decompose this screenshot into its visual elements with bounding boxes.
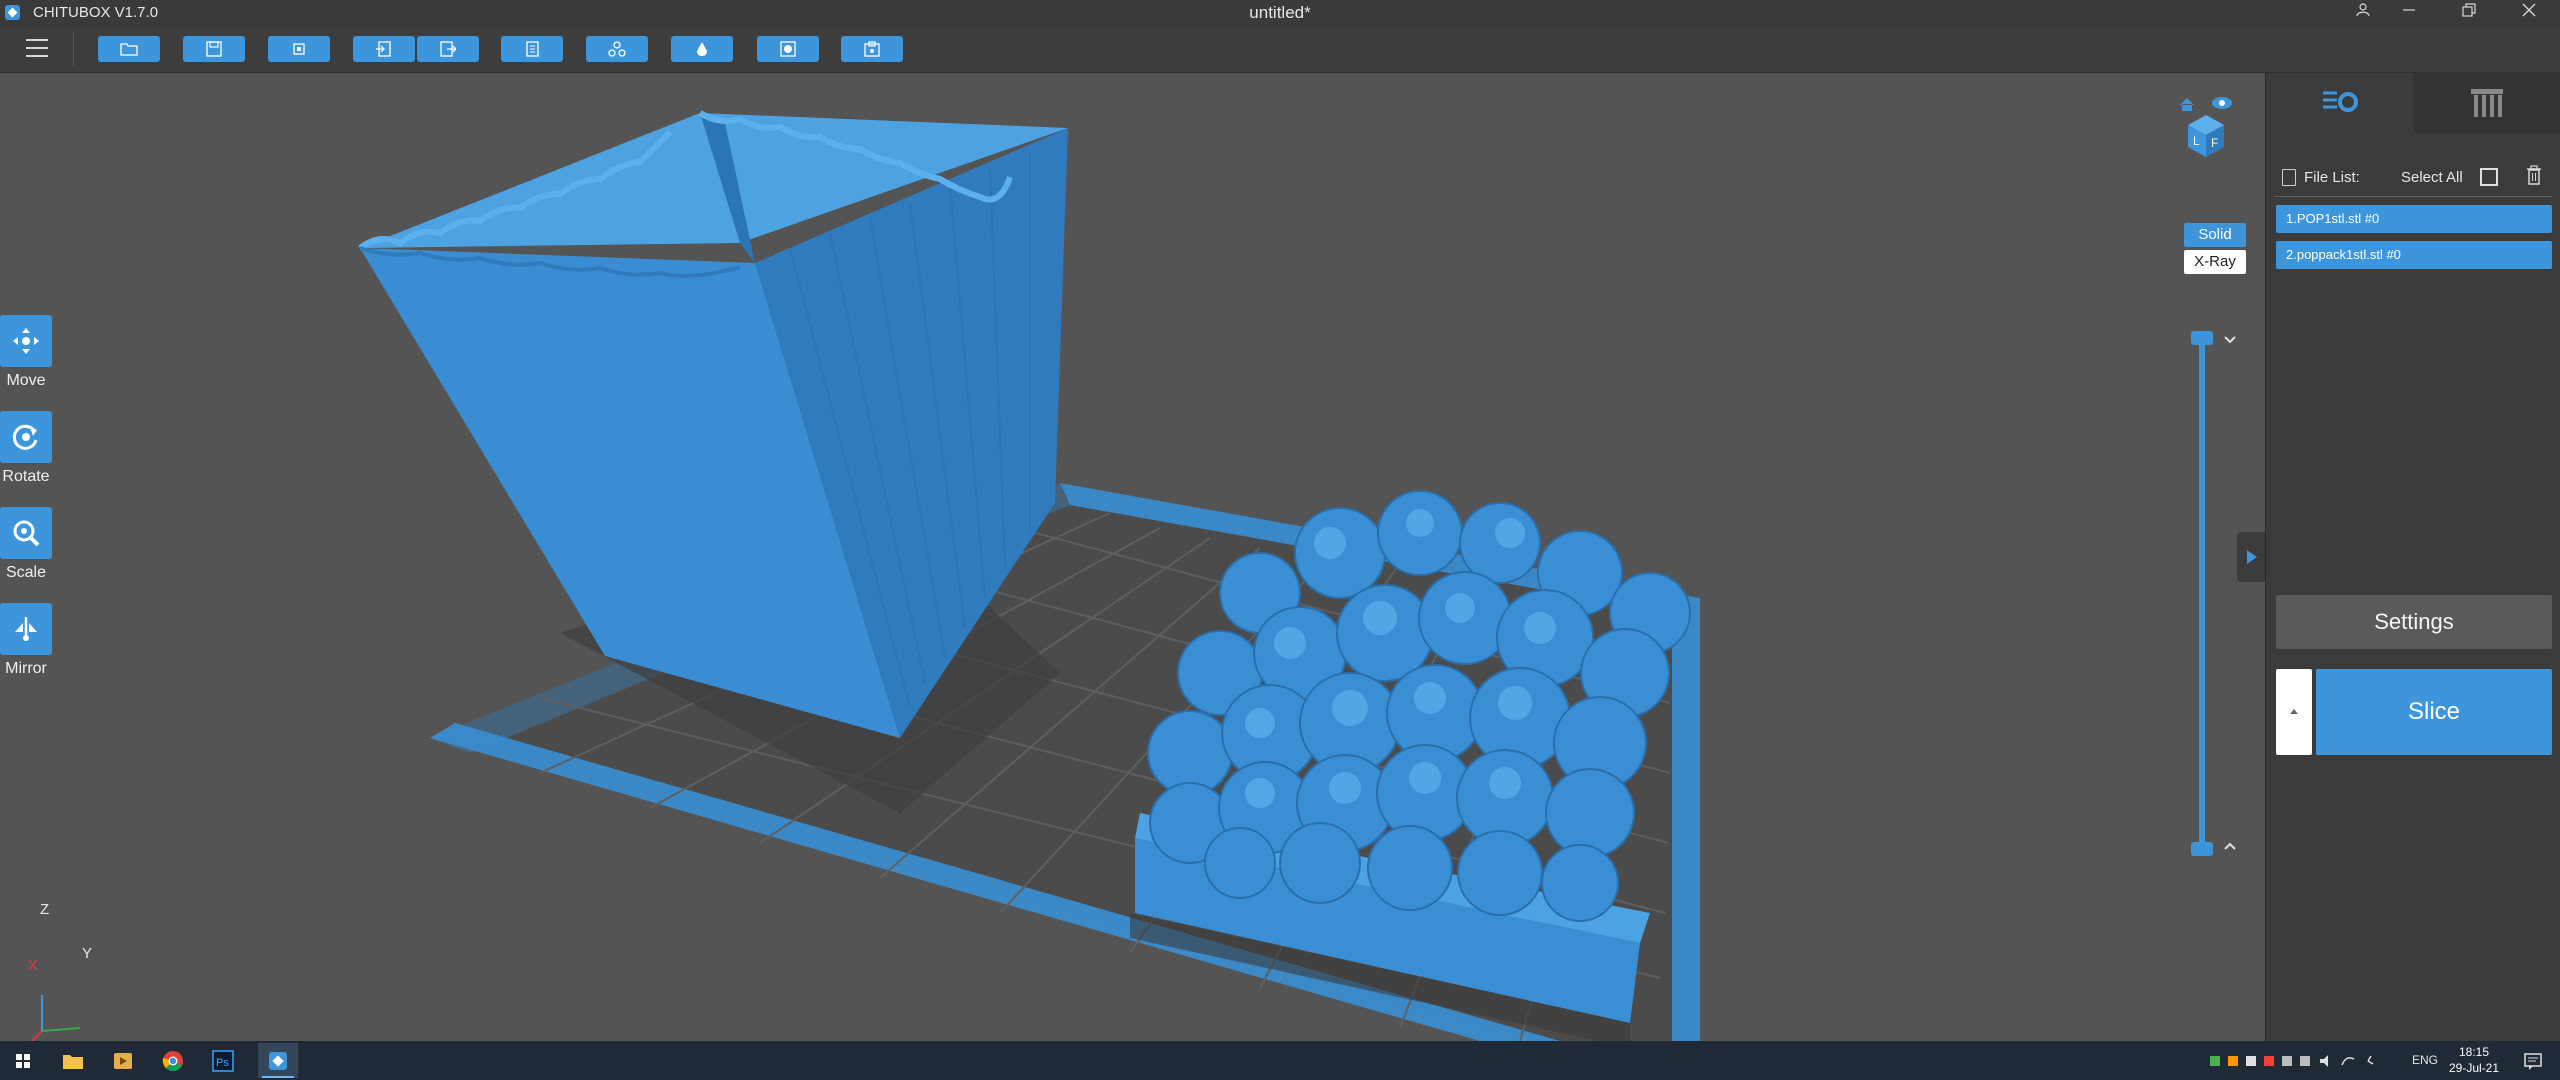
- support-icon: [697, 42, 707, 56]
- svg-text:L: L: [2193, 134, 2200, 148]
- restore-button[interactable]: [2446, 0, 2492, 26]
- tray-icons[interactable]: [2208, 1053, 2378, 1072]
- copy-button[interactable]: [501, 36, 563, 62]
- tab-settings-list[interactable]: [2266, 73, 2412, 133]
- axis-z-label: Z: [40, 901, 50, 918]
- layer-slider-bottom-handle[interactable]: [2191, 842, 2213, 856]
- settings-button[interactable]: Settings: [2276, 595, 2552, 649]
- file-list-icon: [2282, 169, 2296, 186]
- fit-view-button[interactable]: [268, 36, 330, 62]
- import-button[interactable]: [353, 36, 415, 62]
- scale-label: Scale: [5, 564, 47, 581]
- notifications-icon[interactable]: [2520, 1048, 2546, 1074]
- clock-time: 18:15: [2458, 1045, 2490, 1059]
- scale-icon: [13, 520, 40, 547]
- media-player-icon[interactable]: [110, 1048, 136, 1074]
- mirror-icon: [15, 617, 37, 641]
- chevron-up-icon[interactable]: [2220, 837, 2240, 855]
- save-file-button[interactable]: [183, 36, 245, 62]
- file-list-item[interactable]: 2.poppack1stl.stl #0: [2276, 241, 2552, 269]
- move-label: Move: [6, 372, 46, 389]
- trash-icon[interactable]: [2526, 165, 2542, 185]
- rotate-tool-button[interactable]: [0, 411, 52, 463]
- xray-view-button[interactable]: X-Ray: [2184, 250, 2246, 274]
- dig-hole-button[interactable]: [841, 36, 903, 62]
- scale-tool[interactable]: Scale: [0, 507, 52, 582]
- axis-y-label: Y: [82, 945, 93, 962]
- slice-button[interactable]: Slice: [2316, 669, 2552, 755]
- account-icon[interactable]: [2340, 0, 2386, 26]
- copy-icon: [526, 41, 539, 57]
- file-list-label: File List:: [2304, 169, 2360, 186]
- import-icon: [376, 41, 391, 57]
- minimize-button[interactable]: [2386, 0, 2432, 26]
- export-icon: [440, 41, 456, 57]
- system-clock[interactable]: 18:15 29-Jul-21: [2440, 1044, 2508, 1076]
- dig-hole-icon: [864, 41, 880, 57]
- slice-options-dropdown[interactable]: [2276, 669, 2312, 755]
- caret-up-icon: [2290, 709, 2298, 714]
- mirror-tool-button[interactable]: [0, 603, 52, 655]
- layer-slider-track[interactable]: [2199, 337, 2205, 849]
- mirror-label: Mirror: [5, 660, 47, 677]
- scale-tool-button[interactable]: [0, 507, 52, 559]
- tab-supports[interactable]: [2414, 73, 2560, 133]
- windows-taskbar: Ps ENG 18:15 29-Jul-21: [0, 1041, 2560, 1080]
- scene-render: [31, 110, 1700, 1041]
- fit-view-icon: [293, 43, 305, 55]
- support-button[interactable]: [671, 36, 733, 62]
- toolbar-divider: [73, 32, 74, 66]
- hollow-button[interactable]: [757, 36, 819, 62]
- photoshop-icon[interactable]: Ps: [210, 1048, 236, 1074]
- file-list-item[interactable]: 1.POP1stl.stl #0: [2276, 205, 2552, 233]
- language-indicator[interactable]: ENG: [2412, 1053, 2438, 1067]
- 3d-viewport[interactable]: Z Y X L F: [0, 73, 2264, 1041]
- title-bar: CHITUBOX V1.7.0 untitled*: [0, 0, 2560, 27]
- right-panel: File List: Select All 1.POP1stl.stl #0 2…: [2265, 73, 2560, 1041]
- rotate-label: Rotate: [2, 468, 50, 485]
- select-all-label: Select All: [2401, 169, 2463, 186]
- panel-divider: [2274, 196, 2552, 197]
- chevron-down-icon[interactable]: [2220, 331, 2240, 349]
- main-toolbar: [0, 26, 2560, 73]
- windows-start-icon[interactable]: [10, 1048, 36, 1074]
- solid-view-button[interactable]: Solid: [2184, 223, 2246, 247]
- document-title: untitled*: [1249, 3, 1311, 22]
- select-all-checkbox[interactable]: [2480, 168, 2498, 186]
- menu-icon[interactable]: [26, 39, 48, 57]
- file-explorer-icon[interactable]: [60, 1048, 86, 1074]
- close-button[interactable]: [2506, 0, 2552, 26]
- rotate-tool[interactable]: Rotate: [0, 411, 52, 486]
- file-settings-icon: [2323, 91, 2358, 112]
- panel-collapse-button[interactable]: [2237, 532, 2265, 582]
- move-icon: [13, 328, 39, 354]
- layer-slider-top-handle[interactable]: [2191, 331, 2213, 345]
- save-file-icon: [206, 41, 222, 57]
- mirror-tool[interactable]: Mirror: [0, 603, 52, 678]
- hollow-icon: [780, 41, 796, 57]
- move-tool[interactable]: Move: [0, 315, 52, 390]
- axes-gizmo: [31, 995, 81, 1041]
- svg-text:Ps: Ps: [216, 1057, 229, 1069]
- clock-date: 29-Jul-21: [2448, 1061, 2500, 1075]
- export-button[interactable]: [417, 36, 479, 62]
- open-file-button[interactable]: [98, 36, 160, 62]
- view-cube[interactable]: L F: [2178, 93, 2234, 159]
- layout-icon: [608, 41, 626, 57]
- chitubox-taskbar-icon[interactable]: [258, 1043, 298, 1078]
- rotate-icon: [12, 424, 38, 450]
- open-file-icon: [120, 43, 138, 56]
- svg-text:F: F: [2211, 136, 2218, 150]
- chrome-icon[interactable]: [160, 1048, 186, 1074]
- move-tool-button[interactable]: [0, 315, 52, 367]
- home-icon: [2180, 98, 2194, 111]
- layout-button[interactable]: [586, 36, 648, 62]
- axis-x-label: X: [28, 957, 39, 974]
- columns-icon: [2471, 89, 2503, 117]
